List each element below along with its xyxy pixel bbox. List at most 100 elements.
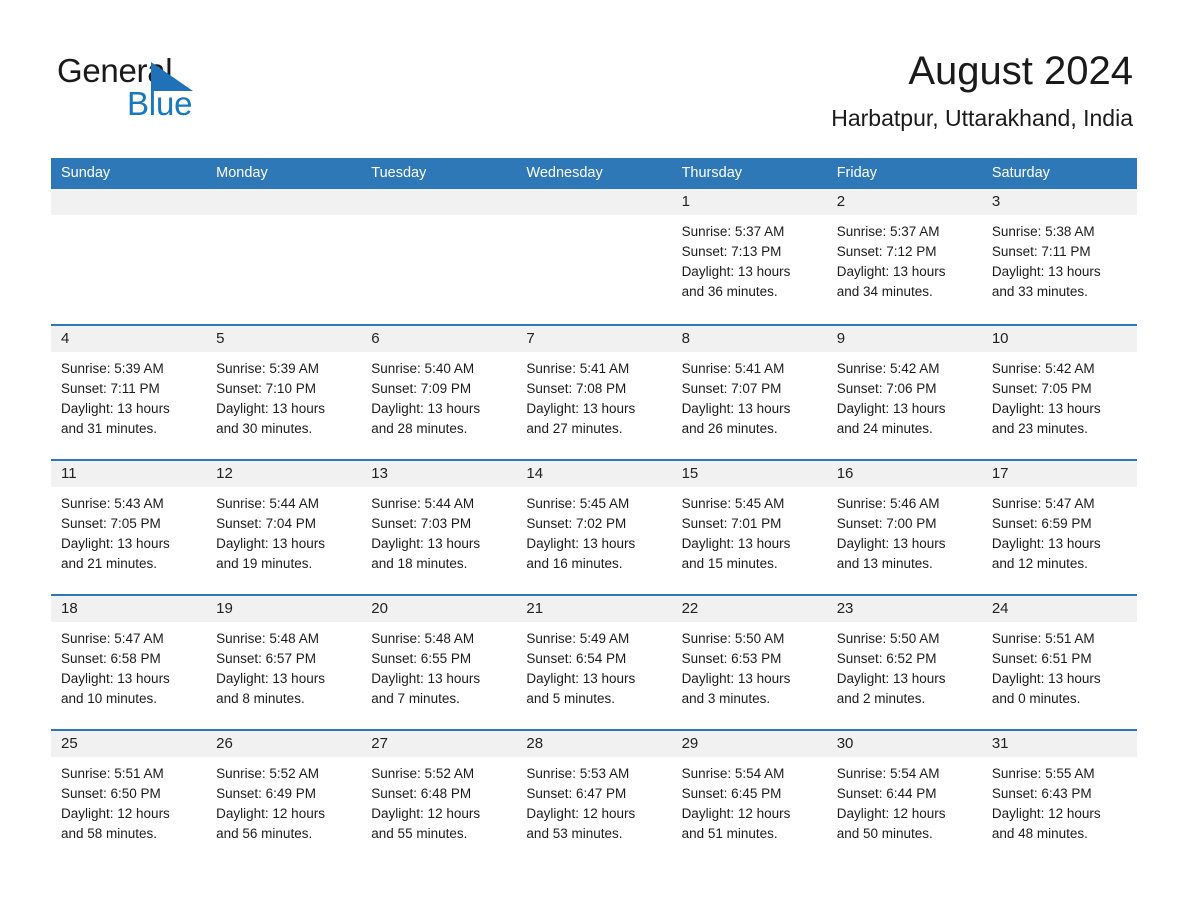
sunset-text: Sunset: 6:44 PM xyxy=(836,786,937,801)
daylight-text-line2: and 36 minutes. xyxy=(681,284,778,299)
daylight-text-line2: and 21 minutes. xyxy=(61,556,158,571)
sunset-text: Sunset: 6:49 PM xyxy=(216,786,316,801)
day-cell[interactable]: 31 Sunrise: 5:55 AM Sunset: 6:43 PM Dayl… xyxy=(981,731,1137,864)
day-number: 28 xyxy=(526,735,544,752)
day-details: Sunrise: 5:53 AM Sunset: 6:47 PM Dayligh… xyxy=(516,757,671,844)
day-cell[interactable]: 5 Sunrise: 5:39 AM Sunset: 7:10 PM Dayli… xyxy=(206,326,362,459)
day-cell[interactable]: 29 Sunrise: 5:54 AM Sunset: 6:45 PM Dayl… xyxy=(671,731,827,864)
day-cell[interactable]: 27 Sunrise: 5:52 AM Sunset: 6:48 PM Dayl… xyxy=(361,731,517,864)
day-number-band xyxy=(361,189,517,215)
daylight-text-line1: Daylight: 13 hours xyxy=(681,536,791,551)
day-cell[interactable]: 25 Sunrise: 5:51 AM Sunset: 6:50 PM Dayl… xyxy=(51,731,207,864)
daylight-text-line2: and 48 minutes. xyxy=(991,826,1088,841)
day-details: Sunrise: 5:51 AM Sunset: 6:50 PM Dayligh… xyxy=(51,757,206,844)
daylight-text-line2: and 19 minutes. xyxy=(216,556,313,571)
weekday-header-saturday: Saturday xyxy=(991,165,1050,181)
day-number-band: 12 xyxy=(206,461,362,487)
daylight-text-line2: and 34 minutes. xyxy=(836,284,933,299)
sunrise-text: Sunrise: 5:48 AM xyxy=(216,631,319,646)
day-cell[interactable]: 30 Sunrise: 5:54 AM Sunset: 6:44 PM Dayl… xyxy=(826,731,982,864)
day-number: 29 xyxy=(681,735,699,752)
day-cell[interactable]: 18 Sunrise: 5:47 AM Sunset: 6:58 PM Dayl… xyxy=(51,596,207,729)
sunrise-text: Sunrise: 5:41 AM xyxy=(526,361,630,376)
day-cell[interactable]: 6 Sunrise: 5:40 AM Sunset: 7:09 PM Dayli… xyxy=(361,326,517,459)
day-cell[interactable]: 13 Sunrise: 5:44 AM Sunset: 7:03 PM Dayl… xyxy=(361,461,517,594)
day-details: Sunrise: 5:39 AM Sunset: 7:11 PM Dayligh… xyxy=(51,352,206,439)
daylight-text-line2: and 26 minutes. xyxy=(681,421,778,436)
sunrise-text: Sunrise: 5:52 AM xyxy=(371,766,475,781)
day-number-band xyxy=(206,189,362,215)
day-cell[interactable]: 12 Sunrise: 5:44 AM Sunset: 7:04 PM Dayl… xyxy=(206,461,362,594)
day-cell[interactable]: 15 Sunrise: 5:45 AM Sunset: 7:01 PM Dayl… xyxy=(671,461,827,594)
daylight-text-line1: Daylight: 13 hours xyxy=(991,671,1101,686)
daylight-text-line1: Daylight: 13 hours xyxy=(61,401,170,416)
day-cell[interactable]: 28 Sunrise: 5:53 AM Sunset: 6:47 PM Dayl… xyxy=(516,731,672,864)
day-number-band: 5 xyxy=(206,326,362,352)
day-number: 15 xyxy=(681,465,699,482)
daylight-text-line1: Daylight: 13 hours xyxy=(681,671,791,686)
sunrise-text: Sunrise: 5:42 AM xyxy=(991,361,1095,376)
sunset-text: Sunset: 7:04 PM xyxy=(216,516,316,531)
daylight-text-line1: Daylight: 13 hours xyxy=(61,671,170,686)
day-cell[interactable]: 4 Sunrise: 5:39 AM Sunset: 7:11 PM Dayli… xyxy=(51,326,207,459)
day-cell[interactable]: 17 Sunrise: 5:47 AM Sunset: 6:59 PM Dayl… xyxy=(981,461,1137,594)
week-row: 25 Sunrise: 5:51 AM Sunset: 6:50 PM Dayl… xyxy=(51,729,1137,864)
day-number: 21 xyxy=(526,600,544,617)
sunset-text: Sunset: 6:48 PM xyxy=(371,786,472,801)
sunset-text: Sunset: 7:13 PM xyxy=(681,244,782,259)
day-details: Sunrise: 5:45 AM Sunset: 7:01 PM Dayligh… xyxy=(672,487,827,574)
day-details: Sunrise: 5:52 AM Sunset: 6:49 PM Dayligh… xyxy=(206,757,361,844)
sunset-text: Sunset: 6:51 PM xyxy=(991,651,1092,666)
sunset-text: Sunset: 6:43 PM xyxy=(991,786,1092,801)
day-cell[interactable]: 21 Sunrise: 5:49 AM Sunset: 6:54 PM Dayl… xyxy=(516,596,672,729)
logo-text-blue: Blue xyxy=(127,85,193,122)
daylight-text-line1: Daylight: 13 hours xyxy=(681,264,791,279)
generalblue-logo[interactable]: General Blue xyxy=(57,52,317,122)
daylight-text-line2: and 53 minutes. xyxy=(526,826,623,841)
sunset-text: Sunset: 7:05 PM xyxy=(991,381,1092,396)
day-cell[interactable]: 26 Sunrise: 5:52 AM Sunset: 6:49 PM Dayl… xyxy=(206,731,362,864)
day-cell[interactable]: 23 Sunrise: 5:50 AM Sunset: 6:52 PM Dayl… xyxy=(826,596,982,729)
day-cell[interactable]: 7 Sunrise: 5:41 AM Sunset: 7:08 PM Dayli… xyxy=(516,326,672,459)
day-cell[interactable]: 1 Sunrise: 5:37 AM Sunset: 7:13 PM Dayli… xyxy=(671,189,827,324)
daylight-text-line2: and 28 minutes. xyxy=(371,421,468,436)
day-number: 25 xyxy=(61,735,78,752)
daylight-text-line2: and 8 minutes. xyxy=(216,691,305,706)
day-cell[interactable]: 16 Sunrise: 5:46 AM Sunset: 7:00 PM Dayl… xyxy=(826,461,982,594)
day-cell[interactable]: 19 Sunrise: 5:48 AM Sunset: 6:57 PM Dayl… xyxy=(206,596,362,729)
day-cell[interactable]: 24 Sunrise: 5:51 AM Sunset: 6:51 PM Dayl… xyxy=(981,596,1137,729)
day-number: 2 xyxy=(836,193,846,210)
sunrise-text: Sunrise: 5:39 AM xyxy=(216,361,319,376)
daylight-text-line1: Daylight: 13 hours xyxy=(681,401,791,416)
day-cell[interactable]: 20 Sunrise: 5:48 AM Sunset: 6:55 PM Dayl… xyxy=(361,596,517,729)
sunrise-text: Sunrise: 5:44 AM xyxy=(371,496,475,511)
sunset-text: Sunset: 6:50 PM xyxy=(61,786,161,801)
day-cell[interactable]: 14 Sunrise: 5:45 AM Sunset: 7:02 PM Dayl… xyxy=(516,461,672,594)
sunset-text: Sunset: 7:12 PM xyxy=(836,244,937,259)
day-number: 31 xyxy=(991,735,1009,752)
day-number-band: 21 xyxy=(516,596,672,622)
day-cell[interactable]: 9 Sunrise: 5:42 AM Sunset: 7:06 PM Dayli… xyxy=(826,326,982,459)
sunset-text: Sunset: 7:10 PM xyxy=(216,381,316,396)
daylight-text-line1: Daylight: 12 hours xyxy=(836,806,946,821)
daylight-text-line2: and 3 minutes. xyxy=(681,691,771,706)
day-cell[interactable]: 10 Sunrise: 5:42 AM Sunset: 7:05 PM Dayl… xyxy=(981,326,1137,459)
daylight-text-line1: Daylight: 13 hours xyxy=(371,401,481,416)
day-cell[interactable]: 2 Sunrise: 5:37 AM Sunset: 7:12 PM Dayli… xyxy=(826,189,982,324)
day-cell[interactable]: 22 Sunrise: 5:50 AM Sunset: 6:53 PM Dayl… xyxy=(671,596,827,729)
sunset-text: Sunset: 6:55 PM xyxy=(371,651,472,666)
day-number-band: 23 xyxy=(826,596,982,622)
sunrise-text: Sunrise: 5:43 AM xyxy=(61,496,164,511)
daylight-text-line2: and 31 minutes. xyxy=(61,421,158,436)
day-cell[interactable]: 11 Sunrise: 5:43 AM Sunset: 7:05 PM Dayl… xyxy=(51,461,207,594)
day-number-band: 13 xyxy=(361,461,517,487)
day-cell[interactable]: 3 Sunrise: 5:38 AM Sunset: 7:11 PM Dayli… xyxy=(981,189,1137,324)
calendar-page: General Blue August 2024 Harbatpur, Utta… xyxy=(0,0,1188,918)
day-details: Sunrise: 5:41 AM Sunset: 7:08 PM Dayligh… xyxy=(516,352,671,439)
day-cell[interactable]: 8 Sunrise: 5:41 AM Sunset: 7:07 PM Dayli… xyxy=(671,326,827,459)
day-details: Sunrise: 5:48 AM Sunset: 6:57 PM Dayligh… xyxy=(206,622,361,709)
daylight-text-line1: Daylight: 13 hours xyxy=(526,671,636,686)
day-number-band: 26 xyxy=(206,731,362,757)
sunrise-text: Sunrise: 5:47 AM xyxy=(61,631,164,646)
sunrise-text: Sunrise: 5:41 AM xyxy=(681,361,785,376)
